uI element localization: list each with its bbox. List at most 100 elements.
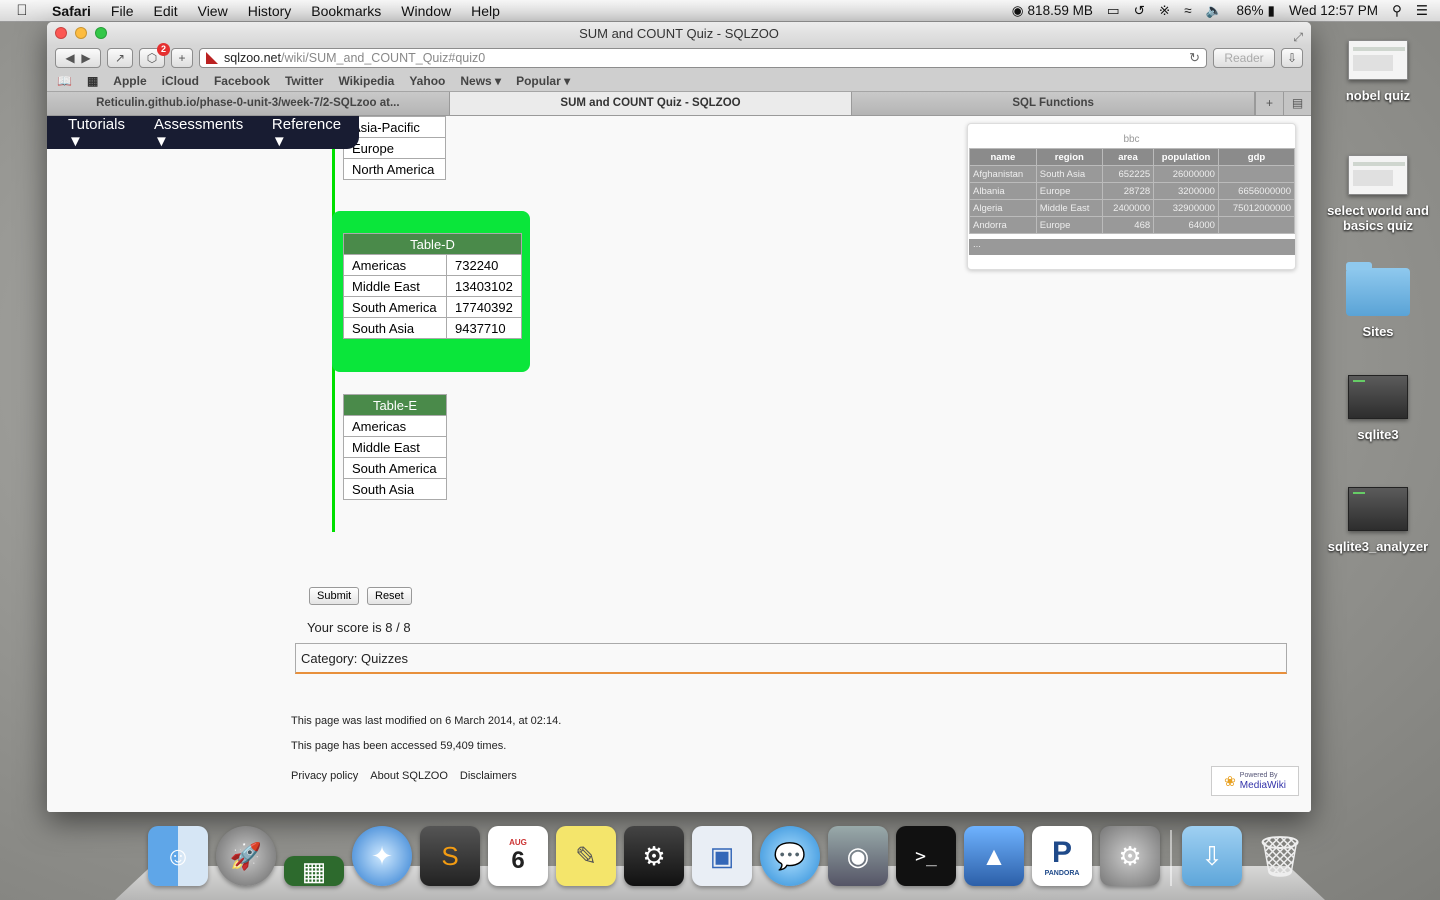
desktop-item-select-world[interactable]: select world and basics quiz xyxy=(1323,155,1433,233)
table-row: Albania Europe 28728 3200000 6656000000 xyxy=(969,182,1296,200)
desktop-item-sqlite3[interactable]: sqlite3 xyxy=(1323,375,1433,442)
wifi-icon[interactable]: ≈ xyxy=(1184,3,1191,18)
nav-reference[interactable]: Reference ▼ xyxy=(272,116,359,150)
menu-help[interactable]: Help xyxy=(461,3,510,19)
memory-icon[interactable]: ▦ xyxy=(284,856,344,886)
minimize-window-button[interactable] xyxy=(75,27,87,39)
downloads-button[interactable]: ⇩ xyxy=(1281,48,1303,68)
table-cell: Afghanistan xyxy=(969,165,1037,183)
tab-github[interactable]: Reticulin.github.io/phase-0-unit-3/week-… xyxy=(47,92,450,115)
close-window-button[interactable] xyxy=(55,27,67,39)
desktop-item-nobel-quiz[interactable]: nobel quiz xyxy=(1323,40,1433,103)
reload-icon[interactable]: ↻ xyxy=(1189,50,1200,66)
facetime-icon[interactable]: ◉ xyxy=(828,826,888,886)
zoom-window-button[interactable] xyxy=(95,27,107,39)
table-row: Middle East xyxy=(343,436,447,458)
bookmark-popular[interactable]: Popular ▾ xyxy=(516,74,570,88)
forward-icon[interactable]: ▶ xyxy=(81,51,90,65)
table-cell: 26000000 xyxy=(1153,165,1219,183)
powered-by-mediawiki-badge[interactable]: ❀ Powered By MediaWiki xyxy=(1211,766,1299,796)
menu-bookmarks[interactable]: Bookmarks xyxy=(301,3,391,19)
bookmark-icloud[interactable]: iCloud xyxy=(162,74,199,88)
menu-app-name[interactable]: Safari xyxy=(44,3,101,19)
time-machine-icon[interactable]: ↺ xyxy=(1134,3,1145,19)
adblock-button[interactable]: ⬡ 2 xyxy=(139,43,170,68)
volume-icon[interactable]: 🔈 xyxy=(1206,3,1223,19)
menu-edit[interactable]: Edit xyxy=(143,3,187,19)
table-row: North America xyxy=(343,158,446,180)
table-cell: South Asia xyxy=(343,478,447,500)
bookmark-apple[interactable]: Apple xyxy=(113,74,146,88)
bluetooth-icon[interactable]: ※ xyxy=(1159,3,1170,19)
bookmark-facebook[interactable]: Facebook xyxy=(214,74,270,88)
bookmark-news[interactable]: News ▾ xyxy=(460,74,501,88)
desktop-item-sqlite3-analyzer[interactable]: sqlite3_analyzer xyxy=(1323,487,1433,554)
reset-button[interactable]: Reset xyxy=(367,587,412,605)
memory-status[interactable]: ◉ 818.59 MB xyxy=(1012,3,1093,19)
table-cell: 75012000000 xyxy=(1217,199,1296,217)
nav-tutorials[interactable]: Tutorials ▼ xyxy=(68,116,143,150)
new-tab-plus-icon[interactable]: + xyxy=(1255,92,1284,115)
desktop-item-label: sqlite3 xyxy=(1357,427,1399,442)
window-title: SUM and COUNT Quiz - SQLZOO xyxy=(579,26,779,41)
category-link[interactable]: Quizzes xyxy=(361,651,408,666)
launchpad-icon[interactable]: 🚀 xyxy=(216,826,276,886)
menu-file[interactable]: File xyxy=(101,3,144,19)
downloads-icon[interactable]: ⇩ xyxy=(1182,826,1242,886)
table-cell xyxy=(1217,216,1296,234)
top-sites-icon[interactable]: ▦ xyxy=(87,74,98,88)
finder-icon[interactable]: ☺ xyxy=(148,826,208,886)
tab-overview-icon[interactable]: ▤ xyxy=(1283,92,1311,115)
share-button[interactable]: ↗ xyxy=(107,48,133,68)
bbc-more-rows: ... xyxy=(969,239,1295,255)
keynote-icon[interactable]: ▲ xyxy=(964,826,1024,886)
messages-icon[interactable]: 💬 xyxy=(760,826,820,886)
spotlight-icon[interactable]: ⚲ xyxy=(1392,3,1402,19)
reader-button[interactable]: Reader xyxy=(1213,48,1275,68)
new-tab-button[interactable]: + xyxy=(171,48,193,68)
terminal-icon[interactable]: >_ xyxy=(896,826,956,886)
desktop-item-sites[interactable]: Sites xyxy=(1323,262,1433,339)
trash-icon[interactable]: 🗑 xyxy=(1250,826,1310,886)
battery-status[interactable]: 86% ▮ xyxy=(1236,3,1274,19)
table-row: Americas 732240 xyxy=(343,254,522,276)
menu-view[interactable]: View xyxy=(188,3,238,19)
menu-window[interactable]: Window xyxy=(391,3,461,19)
safari-icon[interactable]: ✦ xyxy=(352,826,412,886)
menu-history[interactable]: History xyxy=(238,3,302,19)
airplay-icon[interactable]: ▭ xyxy=(1107,3,1120,19)
calendar-icon[interactable]: AUG 6 xyxy=(488,826,548,886)
bookmark-wikipedia[interactable]: Wikipedia xyxy=(338,74,394,88)
preview-icon[interactable]: ▣ xyxy=(692,826,752,886)
table-e[interactable]: Table-E Americas Middle East South Ameri… xyxy=(343,394,447,500)
table-cell: 2400000 xyxy=(1101,199,1155,217)
table-d[interactable]: Table-D Americas 732240 Middle East 134031… xyxy=(343,233,522,339)
disclaimers-link[interactable]: Disclaimers xyxy=(460,770,517,782)
menu-bar:  Safari File Edit View History Bookmark… xyxy=(0,0,1440,22)
table-row: South America xyxy=(343,457,447,479)
notification-center-icon[interactable]: ☰ xyxy=(1416,3,1428,19)
tab-sum-count-quiz[interactable]: SUM and COUNT Quiz - SQLZOO xyxy=(449,92,853,115)
pandora-icon[interactable]: P PANDORA xyxy=(1032,826,1092,886)
address-bar[interactable]: sqlzoo.net/wiki/SUM_and_COUNT_Quiz#quiz0… xyxy=(199,48,1207,68)
submit-button[interactable]: Submit xyxy=(309,587,360,605)
privacy-policy-link[interactable]: Privacy policy xyxy=(291,770,358,782)
nav-assessments[interactable]: Assessments ▼ xyxy=(154,116,261,150)
steam-icon[interactable]: ⚙ xyxy=(624,826,684,886)
table-cell: South America xyxy=(343,296,447,318)
bookmark-yahoo[interactable]: Yahoo xyxy=(409,74,445,88)
plus-icon: + xyxy=(178,51,186,65)
back-icon[interactable]: ◀ xyxy=(65,51,74,65)
table-cell: 6656000000 xyxy=(1217,182,1296,200)
tab-sql-functions[interactable]: SQL Functions xyxy=(852,92,1256,115)
bookmark-twitter[interactable]: Twitter xyxy=(285,74,323,88)
clock[interactable]: Wed 12:57 PM xyxy=(1289,3,1378,18)
sublime-icon[interactable]: S xyxy=(420,826,480,886)
about-link[interactable]: About SQLZOO xyxy=(370,770,448,782)
stickies-icon[interactable]: ✎ xyxy=(556,826,616,886)
reading-list-icon[interactable]: 📖 xyxy=(57,74,72,88)
system-preferences-icon[interactable]: ⚙ xyxy=(1100,826,1160,886)
apple-menu-icon[interactable]:  xyxy=(0,2,44,19)
desktop-item-label: Sites xyxy=(1362,324,1394,339)
fullscreen-icon[interactable]: ⤢ xyxy=(1293,26,1303,49)
